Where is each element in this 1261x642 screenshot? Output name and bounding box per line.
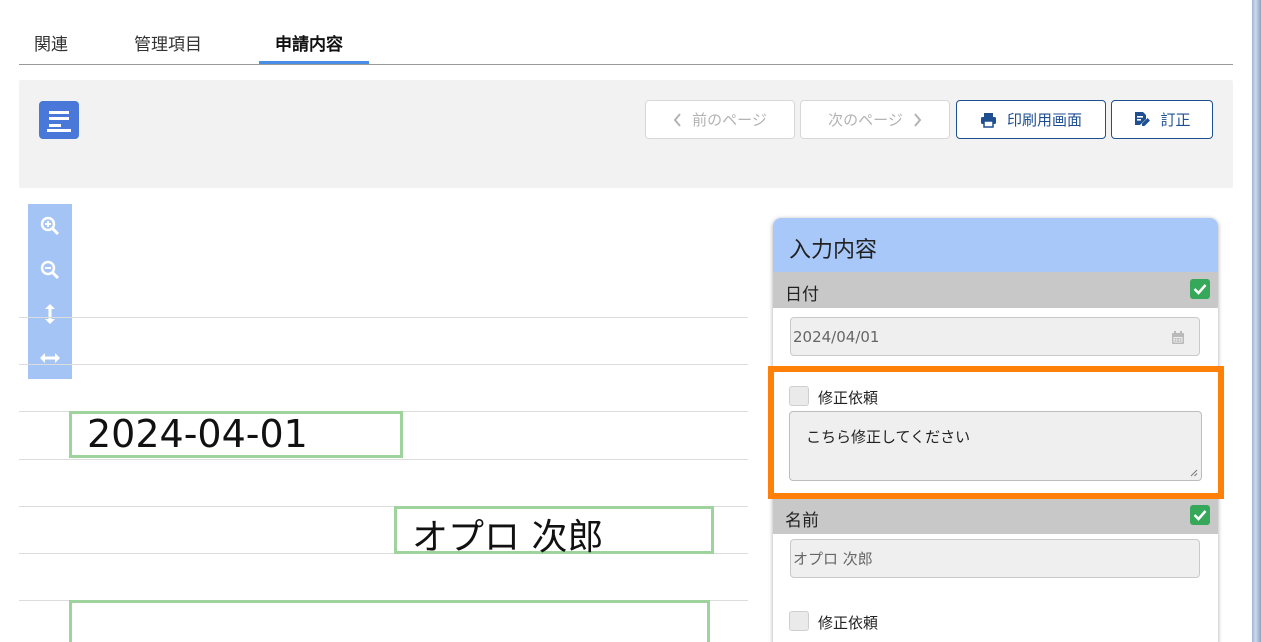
prev-page-label: 前のページ (692, 111, 767, 129)
calendar-icon[interactable] (1171, 330, 1185, 345)
correction-request-checkbox[interactable] (789, 386, 809, 406)
prev-page-button[interactable]: 前のページ (645, 100, 795, 139)
tab-management-items[interactable]: 管理項目 (134, 30, 202, 55)
check-icon (1190, 279, 1210, 299)
correction-request-checkbox[interactable] (789, 611, 809, 631)
correct-label: 訂正 (1160, 111, 1191, 129)
correction-comment-textarea[interactable]: こちら修正してください (789, 411, 1202, 481)
edit-document-icon (1135, 112, 1151, 126)
correction-request-label: 修正依頼 (818, 614, 879, 632)
fit-width-icon[interactable] (38, 346, 62, 370)
toolbar: 前のページ 次のページ 印刷用画面 訂正 (19, 80, 1233, 188)
resize-handle-icon[interactable] (1190, 469, 1198, 477)
document-rule (19, 459, 748, 460)
printer-icon (980, 112, 996, 128)
section-label: 日付 (785, 285, 819, 305)
zoom-toolbar (28, 204, 72, 379)
document-date-text: 2024-04-01 (87, 412, 308, 456)
tab-related[interactable]: 関連 (34, 30, 68, 55)
correction-request-label: 修正依頼 (818, 389, 879, 407)
panel-title: 入力内容 (789, 238, 878, 263)
next-page-button[interactable]: 次のページ (800, 100, 950, 139)
correction-comment-text: こちら修正してください (806, 428, 971, 446)
fit-height-icon[interactable] (38, 302, 62, 326)
next-page-label: 次のページ (828, 111, 903, 129)
date-input[interactable]: 2024/04/01 (790, 317, 1200, 356)
document-rule (19, 317, 748, 318)
document-rule (19, 364, 748, 365)
print-view-label: 印刷用画面 (1006, 111, 1082, 129)
section-header-date: 日付 (773, 272, 1218, 308)
print-view-button[interactable]: 印刷用画面 (956, 100, 1106, 139)
section-label: 名前 (785, 511, 819, 531)
active-tab-indicator (259, 61, 369, 64)
zoom-out-icon[interactable] (38, 258, 62, 282)
document-icon[interactable] (39, 101, 79, 139)
window-edge (1252, 0, 1261, 642)
document-name-text: オプロ 次郎 (412, 517, 604, 558)
panel-header: 入力内容 (773, 218, 1218, 272)
tab-bar: 関連 管理項目 申請内容 (19, 20, 1233, 65)
check-icon (1190, 505, 1210, 525)
input-panel: 入力内容 日付 2024/04/01 修正依頼 こちら修正してください 名前 オ… (773, 218, 1218, 642)
field-box[interactable] (69, 600, 710, 642)
tab-application-content[interactable]: 申請内容 (275, 30, 343, 55)
correct-button[interactable]: 訂正 (1111, 100, 1213, 139)
chevron-left-icon (673, 112, 681, 127)
date-input-value: 2024/04/01 (793, 327, 880, 346)
name-input-value: オプロ 次郎 (793, 550, 873, 568)
zoom-in-icon[interactable] (38, 214, 62, 238)
chevron-right-icon (914, 112, 922, 127)
name-input[interactable]: オプロ 次郎 (790, 539, 1200, 578)
section-header-name: 名前 (773, 498, 1218, 534)
